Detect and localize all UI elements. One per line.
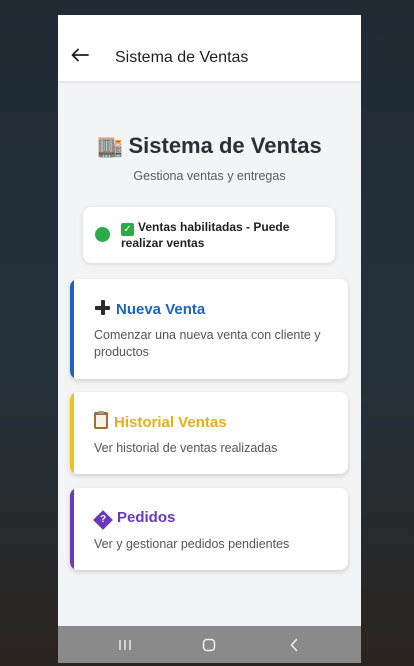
orders-label: Pedidos — [117, 509, 176, 526]
orders-title: ? Pedidos — [93, 508, 176, 530]
card-accent-bar — [70, 392, 74, 474]
new-sale-title: Nueva Venta — [94, 299, 205, 319]
page-title-text: Sistema de Ventas — [128, 133, 322, 158]
page-subtitle: Gestiona ventas y entregas — [133, 169, 286, 183]
unknown-glyph-icon: ? — [93, 510, 113, 530]
app-bar-title: Sistema de Ventas — [115, 49, 249, 66]
new-sale-card[interactable]: Nueva Venta Comenzar una nueva venta con… — [70, 279, 348, 379]
unknown-glyph-mark: ? — [99, 513, 107, 525]
status-message: ✓ Ventas habilitadas - Puede realizar ven… — [121, 220, 326, 251]
sales-status-card: ✓ Ventas habilitadas - Puede realizar ven… — [83, 207, 335, 263]
sales-history-label: Historial Ventas — [114, 414, 227, 431]
home-icon[interactable] — [199, 635, 219, 655]
recents-icon[interactable] — [115, 635, 135, 655]
system-navigation-bar — [58, 626, 361, 663]
status-indicator-dot — [95, 227, 110, 242]
page-header: 🏬 Sistema de Ventas Gestiona ventas y ent… — [58, 131, 361, 183]
orders-card[interactable]: ? Pedidos Ver y gestionar pedidos pendien… — [70, 488, 348, 570]
status-text: Ventas habilitadas - Puede realizar vent… — [121, 220, 290, 250]
new-sale-description: Comenzar una nueva venta con cliente y p… — [94, 328, 321, 359]
sales-history-card[interactable]: Historial Ventas Ver historial de ventas… — [70, 392, 348, 474]
sales-history-description: Ver historial de ventas realizadas — [94, 441, 278, 455]
department-store-icon: 🏬 — [97, 135, 124, 158]
card-accent-bar — [70, 279, 74, 379]
back-arrow-icon[interactable] — [68, 43, 92, 67]
app-screen: Sistema de Ventas 🏬 Sistema de Ventas Ges… — [58, 15, 361, 663]
sales-history-title: Historial Ventas — [94, 411, 227, 432]
plus-icon — [94, 299, 111, 316]
app-bar: Sistema de Ventas — [58, 15, 361, 82]
clipboard-icon — [94, 411, 108, 429]
card-accent-bar — [70, 488, 74, 570]
orders-description: Ver y gestionar pedidos pendientes — [94, 537, 290, 551]
new-sale-label: Nueva Venta — [116, 301, 206, 318]
page-title: 🏬 Sistema de Ventas — [58, 131, 361, 162]
check-mark-icon: ✓ — [121, 223, 134, 236]
back-chevron-icon[interactable] — [284, 635, 304, 655]
